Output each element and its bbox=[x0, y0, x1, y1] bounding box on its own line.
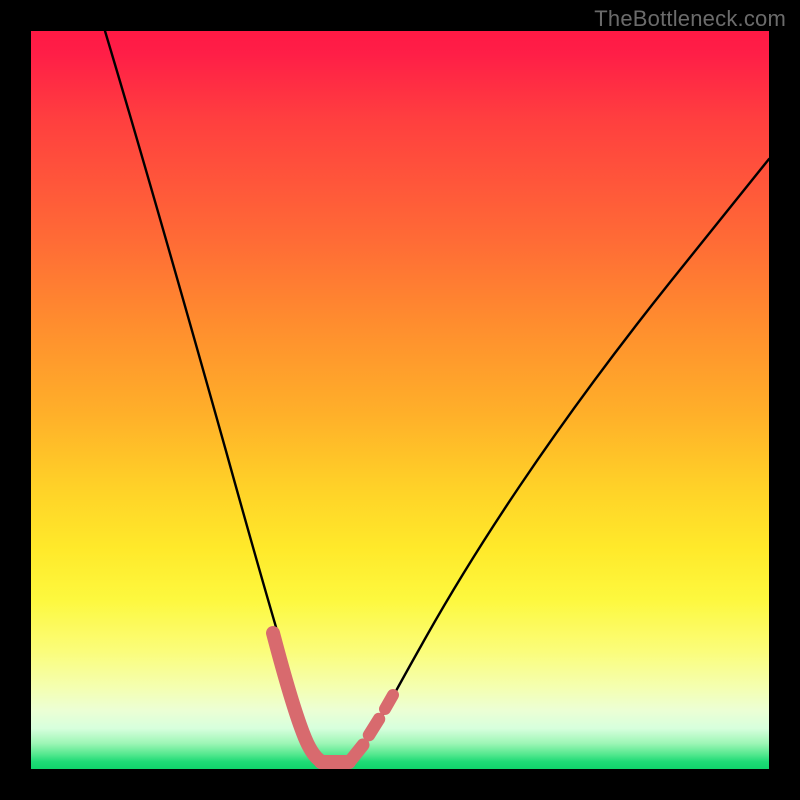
bottleneck-curve bbox=[105, 31, 769, 762]
chart-stage: TheBottleneck.com bbox=[0, 0, 800, 800]
curve-layer bbox=[31, 31, 769, 769]
highlight-right-1 bbox=[351, 745, 363, 760]
watermark-text: TheBottleneck.com bbox=[594, 6, 786, 32]
plot-area bbox=[31, 31, 769, 769]
highlight-right-3 bbox=[385, 695, 393, 709]
highlight-left bbox=[273, 633, 322, 762]
highlight-right-2 bbox=[369, 719, 379, 735]
